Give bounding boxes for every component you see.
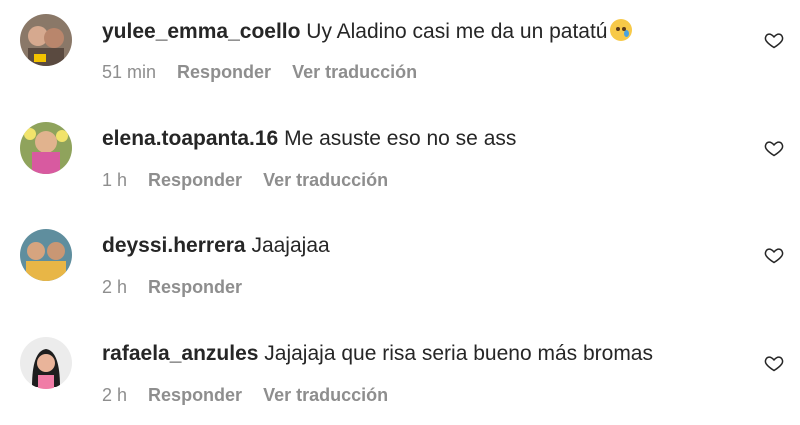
comment-line: rafaela_anzules Jajajaja que risa seria …	[102, 342, 653, 366]
comment-text: Me asuste eso no se ass	[284, 127, 517, 150]
comment-line: deyssi.herrera Jaajajaa	[102, 234, 330, 258]
crying-face-emoji-icon	[609, 19, 632, 41]
comment-meta: 2 h Responder	[102, 277, 258, 298]
comment-meta: 51 min Responder Ver traducción	[102, 62, 433, 83]
username-link[interactable]: elena.toapanta.16	[102, 127, 278, 150]
heart-outline-icon[interactable]	[764, 245, 784, 265]
reply-button[interactable]: Responder	[148, 385, 242, 405]
timestamp: 51 min	[102, 62, 157, 82]
translate-button[interactable]: Ver traducción	[292, 62, 417, 82]
reply-button[interactable]: Responder	[177, 62, 271, 82]
comment-item: rafaela_anzules Jajajaja que risa seria …	[0, 323, 800, 423]
comment-text: Jaajajaa	[251, 234, 330, 257]
translate-button[interactable]: Ver traducción	[263, 385, 388, 405]
comment-meta: 1 h Responder Ver traducción	[102, 170, 404, 191]
timestamp: 2 h	[102, 277, 128, 297]
timestamp: 1 h	[102, 170, 128, 190]
comment-text: Jajajaja que risa seria bueno más bromas	[264, 342, 653, 365]
heart-outline-icon[interactable]	[764, 30, 784, 50]
username-link[interactable]: rafaela_anzules	[102, 342, 258, 365]
reply-button[interactable]: Responder	[148, 170, 242, 190]
timestamp: 2 h	[102, 385, 128, 405]
comment-text: Uy Aladino casi me da un patatú	[306, 20, 608, 43]
username-link[interactable]: yulee_emma_coello	[102, 20, 300, 43]
comment-line: yulee_emma_coello Uy Aladino casi me da …	[102, 19, 632, 44]
avatar[interactable]	[20, 337, 72, 389]
comment-item: elena.toapanta.16 Me asuste eso no se as…	[0, 108, 800, 208]
heart-outline-icon[interactable]	[764, 138, 784, 158]
avatar[interactable]	[20, 229, 72, 281]
comment-meta: 2 h Responder Ver traducción	[102, 385, 404, 406]
avatar[interactable]	[20, 14, 72, 66]
username-link[interactable]: deyssi.herrera	[102, 234, 246, 257]
reply-button[interactable]: Responder	[148, 277, 242, 297]
heart-outline-icon[interactable]	[764, 353, 784, 373]
comment-item: deyssi.herrera Jaajajaa 2 h Responder	[0, 215, 800, 315]
translate-button[interactable]: Ver traducción	[263, 170, 388, 190]
comment-line: elena.toapanta.16 Me asuste eso no se as…	[102, 127, 516, 151]
avatar[interactable]	[20, 122, 72, 174]
comment-item: yulee_emma_coello Uy Aladino casi me da …	[0, 0, 800, 100]
